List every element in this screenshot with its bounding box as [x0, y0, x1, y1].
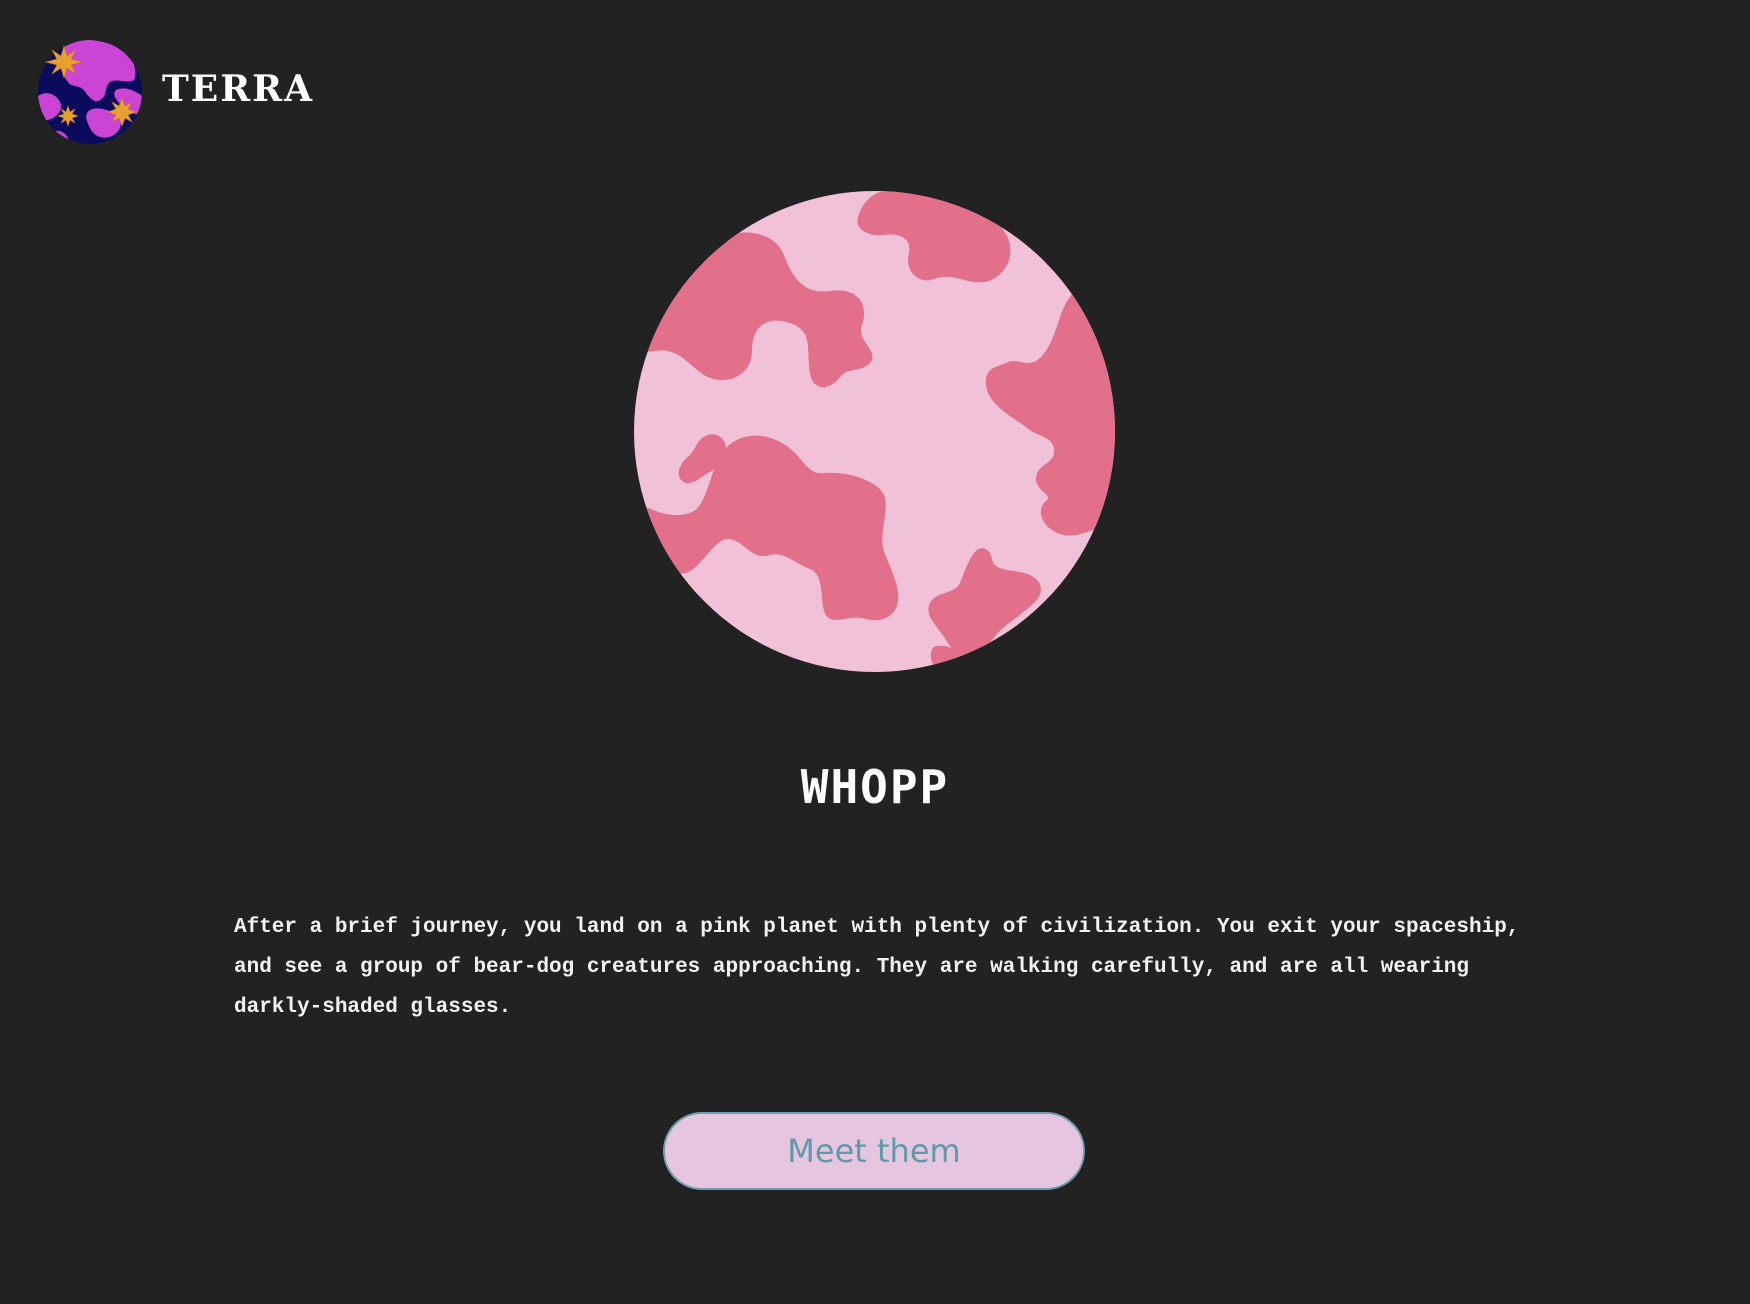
- home-logo-link[interactable]: TERRA: [38, 40, 314, 144]
- story-description: After a brief journey, you land on a pin…: [234, 916, 1520, 1019]
- meet-them-button[interactable]: Meet them: [663, 1112, 1085, 1190]
- pink-planet-icon: [634, 191, 1115, 672]
- globe-with-sparkles-icon: [38, 40, 142, 144]
- brand-name: TERRA: [162, 68, 314, 110]
- planet-title: WHOPP: [800, 760, 950, 814]
